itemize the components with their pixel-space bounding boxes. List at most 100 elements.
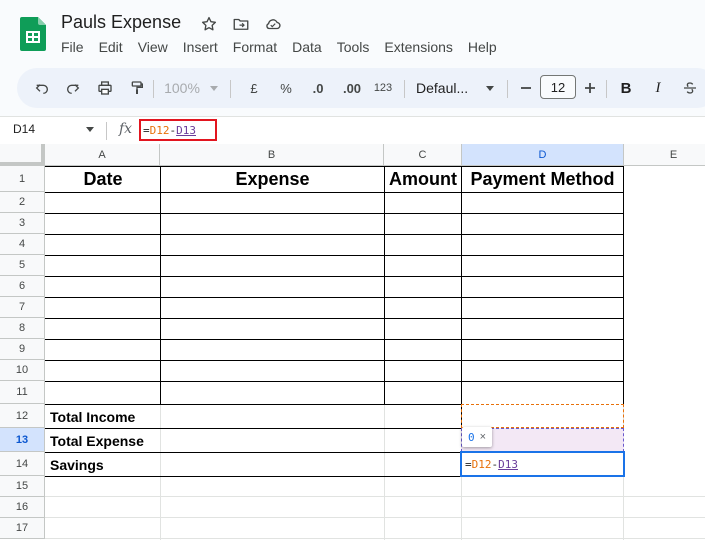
cell-b1[interactable]: Expense — [161, 167, 384, 192]
cell-a12[interactable]: Total Income — [50, 405, 135, 428]
table-border — [45, 452, 461, 453]
top-bar: Pauls Expense File Edit View Insert Form… — [0, 0, 705, 66]
sheets-logo-icon[interactable] — [20, 17, 46, 51]
select-all-corner[interactable] — [0, 144, 45, 166]
cell-d12-reference[interactable] — [461, 404, 624, 428]
toolbar-divider — [153, 80, 154, 98]
toolbar-divider — [404, 80, 405, 98]
move-folder-icon[interactable] — [230, 13, 252, 35]
table-border — [160, 166, 161, 404]
table-border — [45, 381, 624, 382]
column-header-a[interactable]: A — [45, 144, 160, 166]
document-title[interactable]: Pauls Expense — [61, 12, 181, 33]
table-border — [45, 297, 624, 298]
star-icon[interactable] — [198, 13, 220, 35]
row-header-1[interactable]: 1 — [0, 166, 45, 192]
name-box[interactable]: D14 — [13, 122, 35, 136]
row-header-9[interactable]: 9 — [0, 339, 45, 360]
gridline — [45, 538, 705, 539]
row-header-8[interactable]: 8 — [0, 318, 45, 339]
fx-icon: fx — [119, 121, 133, 137]
formula-equals: = — [143, 124, 150, 137]
currency-button[interactable]: £ — [244, 68, 264, 108]
cloud-saved-icon[interactable] — [262, 13, 284, 35]
formula-input[interactable]: =D12-D13 — [139, 119, 217, 141]
number-format-button[interactable]: 123 — [370, 68, 396, 108]
menu-extensions[interactable]: Extensions — [384, 39, 452, 55]
cell-a13[interactable]: Total Expense — [50, 429, 144, 452]
menu-view[interactable]: View — [138, 39, 168, 55]
decrease-font-size-icon[interactable] — [516, 68, 536, 108]
column-header-d[interactable]: D — [462, 144, 624, 166]
menu-tools[interactable]: Tools — [337, 39, 370, 55]
font-select[interactable]: Defaul... — [416, 68, 478, 108]
percent-button[interactable]: % — [276, 68, 296, 108]
menu-insert[interactable]: Insert — [183, 39, 218, 55]
cell-d14-editor[interactable]: =D12-D13 — [460, 451, 625, 477]
row-header-13[interactable]: 13 — [0, 428, 45, 452]
formula-ref-d12: D12 — [149, 124, 170, 137]
column-header-b[interactable]: B — [160, 144, 384, 166]
toolbar-divider — [606, 80, 607, 98]
editor-equals: = — [465, 458, 472, 471]
row-header-11[interactable]: 11 — [0, 381, 45, 404]
table-border — [45, 192, 624, 193]
print-icon[interactable] — [93, 68, 117, 108]
toolbar-divider — [507, 80, 508, 98]
increase-font-size-icon[interactable] — [580, 68, 600, 108]
zoom-select[interactable]: 100% — [158, 68, 206, 108]
zoom-caret-icon[interactable] — [207, 68, 221, 108]
formula-ref-d13: D13 — [176, 124, 196, 137]
row-header-14[interactable]: 14 — [0, 452, 45, 476]
strikethrough-icon[interactable] — [679, 68, 701, 108]
increase-decimal-button[interactable]: .00 — [338, 68, 366, 108]
row-header-10[interactable]: 10 — [0, 360, 45, 381]
table-border — [45, 213, 624, 214]
close-icon[interactable]: × — [480, 431, 486, 443]
formula-preview-tooltip: 0 × — [462, 427, 492, 447]
formula-preview-value: 0 — [467, 430, 475, 444]
increase-decimal-label: .00 — [342, 80, 362, 96]
row-header-12[interactable]: 12 — [0, 404, 45, 428]
column-header-e[interactable]: E — [624, 144, 705, 166]
font-size-input[interactable]: 12 — [540, 75, 576, 99]
redo-icon[interactable] — [61, 68, 85, 108]
toolbar-divider — [230, 80, 231, 98]
row-header-2[interactable]: 2 — [0, 192, 45, 213]
row-header-15[interactable]: 15 — [0, 476, 45, 497]
bold-button[interactable]: B — [616, 68, 636, 108]
decrease-decimal-button[interactable]: .0 — [306, 68, 330, 108]
column-header-c[interactable]: C — [384, 144, 462, 166]
table-border — [45, 360, 624, 361]
cell-d1[interactable]: Payment Method — [462, 167, 623, 192]
row-header-4[interactable]: 4 — [0, 234, 45, 255]
table-border — [45, 476, 461, 477]
row-header-7[interactable]: 7 — [0, 297, 45, 318]
menu-data[interactable]: Data — [292, 39, 322, 55]
name-box-caret-icon[interactable] — [86, 127, 94, 132]
undo-icon[interactable] — [30, 68, 54, 108]
row-header-6[interactable]: 6 — [0, 276, 45, 297]
menu-file[interactable]: File — [61, 39, 84, 55]
table-border — [45, 234, 624, 235]
menu-help[interactable]: Help — [468, 39, 497, 55]
paint-format-icon[interactable] — [125, 68, 149, 108]
italic-button[interactable]: I — [648, 68, 668, 108]
table-border — [45, 276, 624, 277]
table-border — [623, 166, 624, 404]
cell-a1[interactable]: Date — [46, 167, 160, 192]
row-header-5[interactable]: 5 — [0, 255, 45, 276]
cell-c1[interactable]: Amount — [385, 167, 461, 192]
row-header-17[interactable]: 17 — [0, 518, 45, 539]
menu-edit[interactable]: Edit — [99, 39, 123, 55]
cell-a14[interactable]: Savings — [50, 453, 104, 476]
gridline — [45, 496, 705, 497]
decrease-decimal-label: .0 — [312, 80, 324, 96]
menu-format[interactable]: Format — [233, 39, 277, 55]
gridline — [45, 517, 705, 518]
row-header-3[interactable]: 3 — [0, 213, 45, 234]
font-caret-icon[interactable] — [484, 68, 496, 108]
spreadsheet-grid[interactable]: A B C D E 1 2 3 4 5 6 7 8 9 10 11 12 13 … — [0, 144, 705, 540]
menu-bar: File Edit View Insert Format Data Tools … — [61, 39, 512, 55]
row-header-16[interactable]: 16 — [0, 497, 45, 518]
